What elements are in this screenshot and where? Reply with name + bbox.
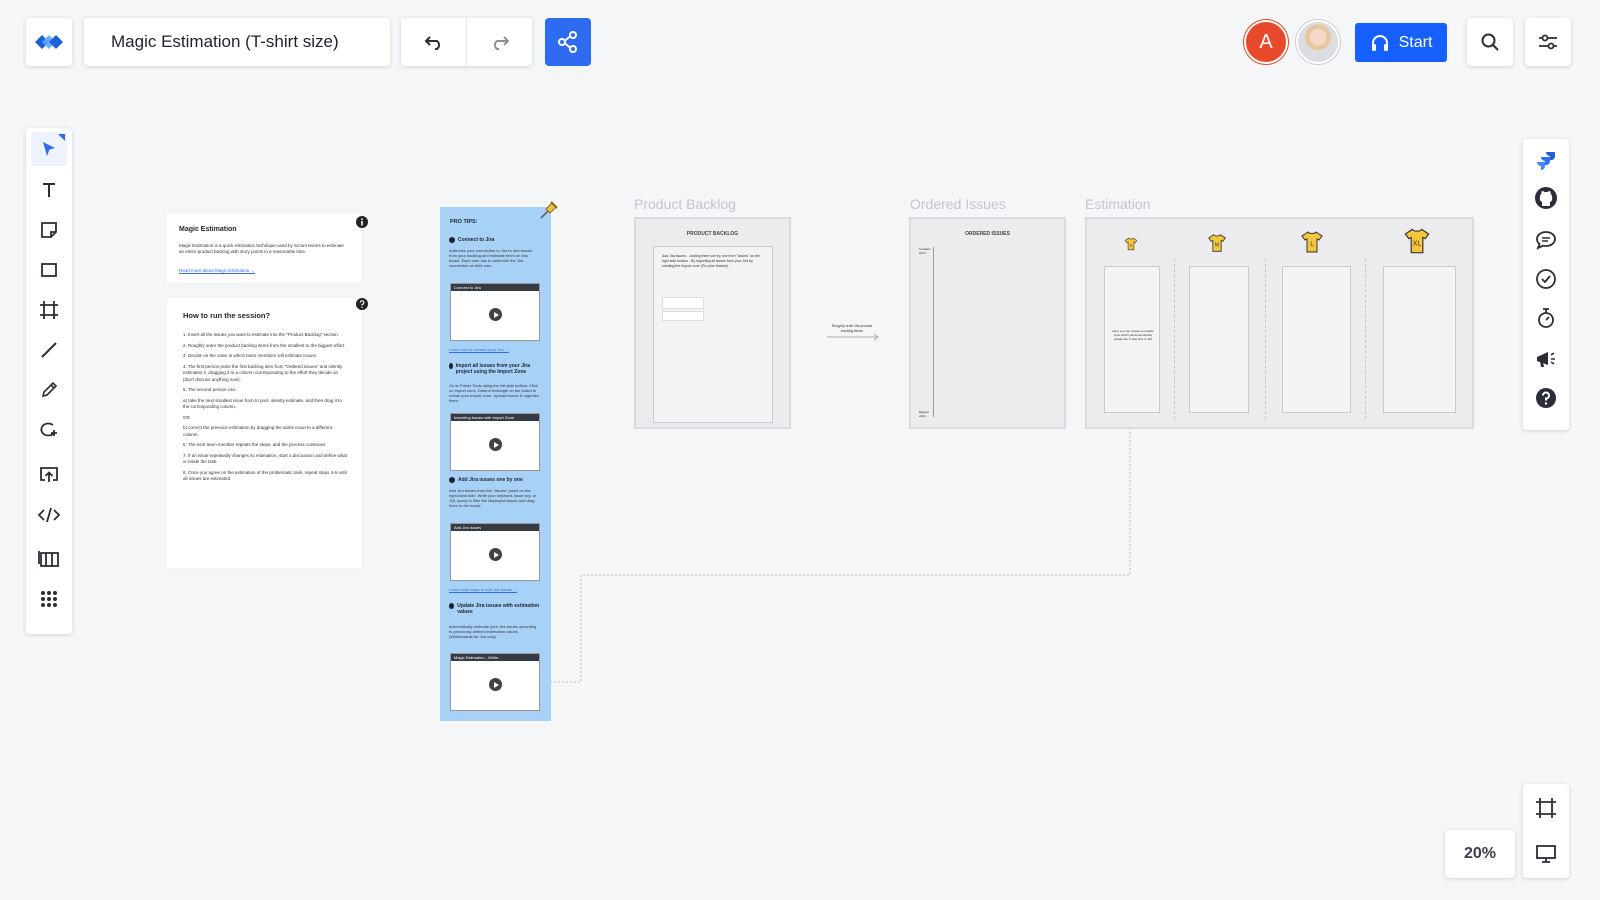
step-text: 3. Decide on the order in which team mem… — [183, 353, 318, 358]
biggest-effort-label: Biggest effort — [919, 410, 930, 418]
pro-tips-title: PRO TIPS: — [450, 219, 478, 225]
intro-link[interactable]: Read more about Magic Estimation → — [179, 268, 255, 273]
column-divider — [1174, 259, 1175, 419]
tip-title: Import all issues from your Jira project… — [449, 363, 544, 375]
column-divider — [1265, 259, 1266, 419]
step-text: 6. The next team member repeats the step… — [183, 442, 327, 447]
how-to-steps: 1. Insert all the issues you want to est… — [183, 332, 348, 487]
column-divider — [1365, 259, 1366, 419]
step-text: 5. The second person can: — [183, 387, 237, 392]
play-icon — [489, 548, 502, 561]
svg-text:M: M — [1215, 242, 1219, 248]
play-icon — [489, 438, 502, 451]
product-backlog-frame[interactable]: PRODUCT BACKLOG Add Jira issues: - Addin… — [634, 217, 791, 429]
video-thumbnail[interactable]: Add Jira issues — [450, 523, 540, 581]
step-text: 4. The first person picks the first back… — [183, 363, 343, 382]
pro-tips-panel[interactable]: PRO TIPS: Connect to Jira Authorize your… — [440, 207, 551, 721]
estimation-column-m[interactable] — [1189, 266, 1249, 413]
how-to-card[interactable]: How to run the session? 1. Insert all th… — [167, 298, 368, 568]
video-thumbnail[interactable]: Connect to Jira — [450, 283, 540, 341]
step-text: 7. If an issue repeatedly changes its es… — [183, 452, 347, 465]
tip-text: Add Jira issues from the "Issues" panel … — [449, 488, 537, 508]
info-icon — [356, 216, 368, 228]
tip-text: Authorize your connection to Jira to add… — [449, 248, 532, 268]
estimation-column-s[interactable]: Here you can create an update zone which… — [1104, 266, 1160, 413]
backlog-instructions: Add Jira issues: - Adding them one by on… — [662, 254, 760, 268]
tshirt-s-icon: S — [1124, 237, 1138, 251]
tshirt-m-icon: M — [1208, 234, 1226, 252]
play-icon — [489, 308, 502, 321]
play-icon — [489, 678, 502, 691]
tip-link[interactable]: Learn how to connect your Jira → — [449, 347, 509, 352]
tip-title: Connect to Jira — [449, 237, 494, 243]
smallest-effort-label: Smallest effort — [919, 247, 931, 255]
tip-link[interactable]: Learn more ways to add Jira issues → — [449, 587, 517, 592]
svg-text:XL: XL — [1413, 241, 1422, 248]
product-backlog-header: PRODUCT BACKLOG — [686, 231, 739, 237]
pin-icon — [540, 201, 558, 219]
step-text: 8. Once you agree on the estimation of t… — [183, 469, 347, 482]
product-backlog-label: Product Backlog — [634, 196, 736, 212]
tshirt-xl-icon: XL — [1404, 228, 1430, 254]
video-thumbnail[interactable]: Importing issues with Import Zone — [450, 413, 540, 471]
effort-axis — [933, 247, 934, 417]
arrow-note: Roughly order the product backlog items — [831, 324, 873, 333]
intro-card[interactable]: Magic Estimation Magic Estimation is a q… — [167, 213, 368, 283]
question-icon — [356, 298, 368, 310]
ordered-issues-frame[interactable]: ORDERED ISSUES Smallest effort Biggest e… — [909, 217, 1066, 429]
tip-text: Go to Power Tools using the left side to… — [449, 383, 539, 403]
step-text: a) take the next smallest issue from to … — [183, 397, 342, 410]
tip-text: Automatically estimate your Jira issues … — [449, 624, 537, 639]
video-thumbnail[interactable]: Magic Estimation - White... — [450, 653, 540, 711]
sample-issue-card — [662, 297, 704, 309]
step-text: 2. Roughly order the product backlog ite… — [183, 342, 346, 348]
estimation-column-xl[interactable] — [1383, 266, 1456, 413]
intro-title: Magic Estimation — [179, 226, 237, 233]
step-text: OR — [183, 414, 190, 420]
step-text: 1. Insert all the issues you want to est… — [183, 332, 340, 337]
estimation-frame[interactable]: S M L XL Here you can create an update z… — [1085, 217, 1474, 429]
tshirt-l-icon: L — [1301, 231, 1323, 253]
tip-title: Update Jira issues with estimation value… — [449, 603, 544, 615]
estimation-column-l[interactable] — [1282, 266, 1351, 413]
ordered-issues-header: ORDERED ISSUES — [965, 231, 1010, 237]
product-backlog-zone[interactable]: Add Jira issues: - Adding them one by on… — [653, 246, 773, 423]
update-zone-note: Here you can create an update zone which… — [1112, 329, 1154, 341]
ordered-issues-label: Ordered Issues — [910, 196, 1006, 212]
estimation-label: Estimation — [1085, 196, 1151, 212]
sample-issue-card — [662, 311, 704, 321]
step-text: b) correct the previous estimation by dr… — [183, 425, 332, 437]
intro-text: Magic Estimation is a quick estimation t… — [179, 243, 344, 254]
tip-title: Add Jira issues one by one — [449, 477, 523, 483]
how-to-title: How to run the session? — [183, 311, 271, 320]
